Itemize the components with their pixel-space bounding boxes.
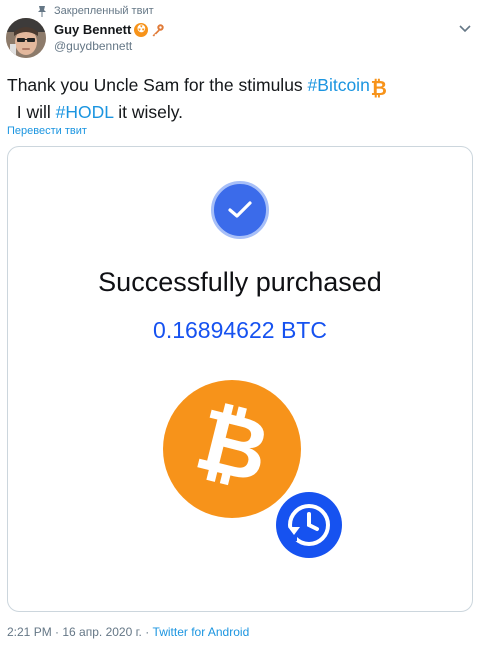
hashtag-hodl[interactable]: #HODL <box>56 102 114 122</box>
author-name-row[interactable]: Guy Bennett ☢ <box>54 22 165 37</box>
purchase-title: Successfully purchased <box>98 267 382 297</box>
tweet-source-link[interactable]: Twitter for Android <box>153 625 250 639</box>
checkmark-icon <box>211 181 269 239</box>
chevron-down-icon[interactable] <box>458 24 472 34</box>
purchase-amount: 0.16894622 BTC <box>153 317 327 343</box>
tweet-date[interactable]: 16 апр. 2020 г. <box>62 625 141 639</box>
tweet-text-part3: it wisely. <box>113 102 184 122</box>
translate-tweet-link[interactable]: Перевести твит <box>7 125 87 137</box>
tweet-text-part1: Thank you Uncle Sam for the stimulus <box>7 75 308 95</box>
bitcoin-badge-icon: ☢ <box>134 22 149 37</box>
recurring-clock-icon <box>271 487 347 563</box>
tweet-meta: 2:21 PM · 16 апр. 2020 г. · Twitter for … <box>7 625 249 639</box>
pinned-label: Закрепленный твит <box>54 5 154 17</box>
meta-separator: · <box>141 625 153 639</box>
avatar-image <box>6 18 46 58</box>
key-icon <box>152 23 164 36</box>
pin-icon <box>38 6 46 17</box>
bitcoin-emoji-icon: ₿ <box>370 76 387 100</box>
author-name[interactable]: Guy Bennett <box>54 22 131 37</box>
media-card[interactable]: Successfully purchased 0.16894622 BTC ₿ <box>7 146 473 612</box>
tweet-text: Thank you Uncle Sam for the stimulus #Bi… <box>7 72 477 125</box>
avatar[interactable] <box>6 18 46 58</box>
pinned-indicator: Закрепленный твит <box>36 4 154 18</box>
tweet-text-part2: I will <box>7 102 56 122</box>
hashtag-bitcoin[interactable]: #Bitcoin <box>308 75 370 95</box>
meta-separator: · <box>51 625 63 639</box>
tweet-time[interactable]: 2:21 PM <box>7 625 52 639</box>
author-handle[interactable]: @guydbennett <box>54 39 132 53</box>
